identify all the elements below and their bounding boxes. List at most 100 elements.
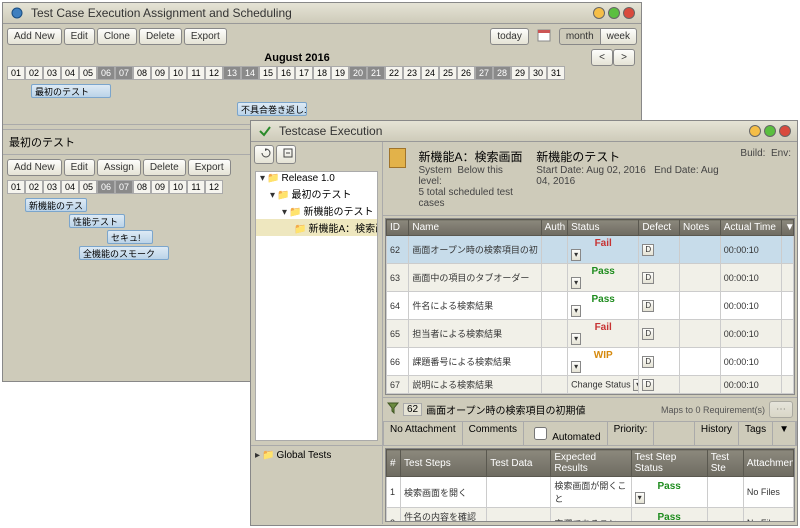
day-cell[interactable]: 02 [25, 180, 43, 194]
add-new-button-2[interactable]: Add New [7, 159, 62, 176]
delete-button-2[interactable]: Delete [143, 159, 186, 176]
day-cell[interactable]: 06 [97, 180, 115, 194]
day-cell[interactable]: 31 [547, 66, 565, 80]
step-row[interactable]: 1検索画面を開く 検索画面が開くことPass ▾No Files [387, 477, 794, 508]
day-cell[interactable]: 20 [349, 66, 367, 80]
global-tests-section[interactable]: ▸📁Global Tests [251, 445, 382, 465]
day-cell[interactable]: 18 [313, 66, 331, 80]
day-cell[interactable]: 30 [529, 66, 547, 80]
week-view-button[interactable]: week [601, 28, 637, 45]
tab-attachments[interactable]: No Attachment [384, 422, 463, 445]
status-dropdown[interactable]: ▾ [633, 379, 639, 391]
maximize-button[interactable] [608, 7, 620, 19]
testcase-row[interactable]: 63画面中の項目のタブオーダーPass ▾ D 00:00:10 [387, 264, 794, 292]
day-cell[interactable]: 04 [61, 66, 79, 80]
minimize-button-2[interactable] [749, 125, 761, 137]
titlebar-execution[interactable]: Testcase Execution [251, 121, 797, 142]
day-cell[interactable]: 25 [439, 66, 457, 80]
tab-priority[interactable]: Priority: [608, 422, 655, 445]
day-cell[interactable]: 08 [133, 66, 151, 80]
day-cell[interactable]: 02 [25, 66, 43, 80]
day-cell[interactable]: 09 [151, 66, 169, 80]
collapse-button[interactable] [276, 145, 296, 164]
day-cell[interactable]: 14 [241, 66, 259, 80]
calendar-icon[interactable] [537, 28, 551, 45]
day-cell[interactable]: 29 [511, 66, 529, 80]
day-cell[interactable]: 17 [295, 66, 313, 80]
tree-release[interactable]: ▾📁Release 1.0 [256, 172, 377, 185]
tree-suite-1[interactable]: ▾📁最初のテスト [256, 185, 377, 202]
delete-button[interactable]: Delete [139, 28, 182, 45]
testcase-row[interactable]: 64件名による検索結果Pass ▾ D 00:00:10 [387, 292, 794, 320]
gantt-bar[interactable]: 全機能のスモーク [79, 246, 169, 260]
gantt-bar[interactable]: 性能テスト [69, 214, 125, 228]
edit-button-2[interactable]: Edit [64, 159, 95, 176]
day-cell[interactable]: 01 [7, 180, 25, 194]
status-dropdown[interactable]: ▾ [571, 333, 581, 345]
day-cell[interactable]: 05 [79, 66, 97, 80]
day-cell[interactable]: 12 [205, 180, 223, 194]
testcase-row[interactable]: 65担当者による検索結果Fail ▾ D 00:00:10 [387, 320, 794, 348]
tab-tags[interactable]: Tags [739, 422, 773, 445]
day-cell[interactable]: 07 [115, 180, 133, 194]
testcase-row[interactable]: 62画面オープン時の検索項目の初Fail ▾ D 00:00:10 [387, 236, 794, 264]
day-cell[interactable]: 27 [475, 66, 493, 80]
refresh-button[interactable] [254, 145, 274, 164]
assign-button[interactable]: Assign [97, 159, 141, 176]
status-dropdown[interactable]: ▾ [571, 277, 581, 289]
tab-comments[interactable]: Comments [463, 422, 524, 445]
day-cell[interactable]: 01 [7, 66, 25, 80]
tree-suite-2[interactable]: ▾📁新機能のテスト [256, 202, 377, 219]
prev-month-button[interactable]: < [591, 49, 613, 66]
day-cell[interactable]: 08 [133, 180, 151, 194]
day-cell[interactable]: 19 [331, 66, 349, 80]
day-cell[interactable]: 03 [43, 66, 61, 80]
add-new-button[interactable]: Add New [7, 28, 62, 45]
gantt-bar[interactable]: 不具合巻き返し1 [237, 102, 307, 116]
gantt-bar[interactable]: 新機能のテス [25, 198, 87, 212]
step-row[interactable]: 2件名の内容を確認する 空欄であることPass ▾No Files [387, 508, 794, 523]
defect-button[interactable]: D [642, 379, 654, 391]
defect-button[interactable]: D [642, 272, 654, 284]
titlebar-scheduling[interactable]: Test Case Execution Assignment and Sched… [3, 3, 641, 24]
day-cell[interactable]: 15 [259, 66, 277, 80]
defect-button[interactable]: D [642, 328, 654, 340]
defect-button[interactable]: D [642, 356, 654, 368]
day-cell[interactable]: 07 [115, 66, 133, 80]
tree-testcase-selected[interactable]: 📁新機能A：検索画面 [256, 219, 377, 236]
day-cell[interactable]: 13 [223, 66, 241, 80]
step-status-dropdown[interactable]: ▾ [635, 492, 645, 504]
close-button-2[interactable] [779, 125, 791, 137]
day-cell[interactable]: 23 [403, 66, 421, 80]
tab-history[interactable]: History [695, 422, 739, 445]
next-month-button[interactable]: > [613, 49, 635, 66]
edit-button[interactable]: Edit [64, 28, 95, 45]
close-button[interactable] [623, 7, 635, 19]
testcase-row[interactable]: 67説明による検索結果Change Status ▾ D 00:00:10 [387, 376, 794, 394]
export-button-2[interactable]: Export [188, 159, 231, 176]
day-cell[interactable]: 10 [169, 180, 187, 194]
export-button[interactable]: Export [184, 28, 227, 45]
day-cell[interactable]: 12 [205, 66, 223, 80]
filter-icon[interactable] [387, 402, 399, 417]
minimize-button[interactable] [593, 7, 605, 19]
defect-button[interactable]: D [642, 244, 654, 256]
day-cell[interactable]: 09 [151, 180, 169, 194]
tab-dropdown[interactable]: ▼ [773, 422, 796, 445]
month-view-button[interactable]: month [559, 28, 601, 45]
day-cell[interactable]: 10 [169, 66, 187, 80]
clone-button[interactable]: Clone [97, 28, 137, 45]
map-button[interactable]: ⋯ [769, 401, 793, 418]
day-cell[interactable]: 04 [61, 180, 79, 194]
gantt-bar[interactable]: 最初のテスト [31, 84, 111, 98]
day-cell[interactable]: 16 [277, 66, 295, 80]
status-dropdown[interactable]: ▾ [571, 361, 581, 373]
status-dropdown[interactable]: ▾ [571, 249, 581, 261]
steps-grid[interactable]: #Test StepsTest Data Expected ResultsTes… [385, 448, 795, 522]
gantt-bar[interactable]: セキュ! [107, 230, 153, 244]
day-cell[interactable]: 05 [79, 180, 97, 194]
automated-checkbox[interactable] [534, 427, 547, 440]
test-tree[interactable]: ▾📁Release 1.0 ▾📁最初のテスト ▾📁新機能のテスト 📁新機能A：検… [255, 171, 378, 441]
tab-automated[interactable]: Automated [524, 422, 608, 445]
testcase-row[interactable]: 66課題番号による検索結果WIP ▾ D 00:00:10 [387, 348, 794, 376]
